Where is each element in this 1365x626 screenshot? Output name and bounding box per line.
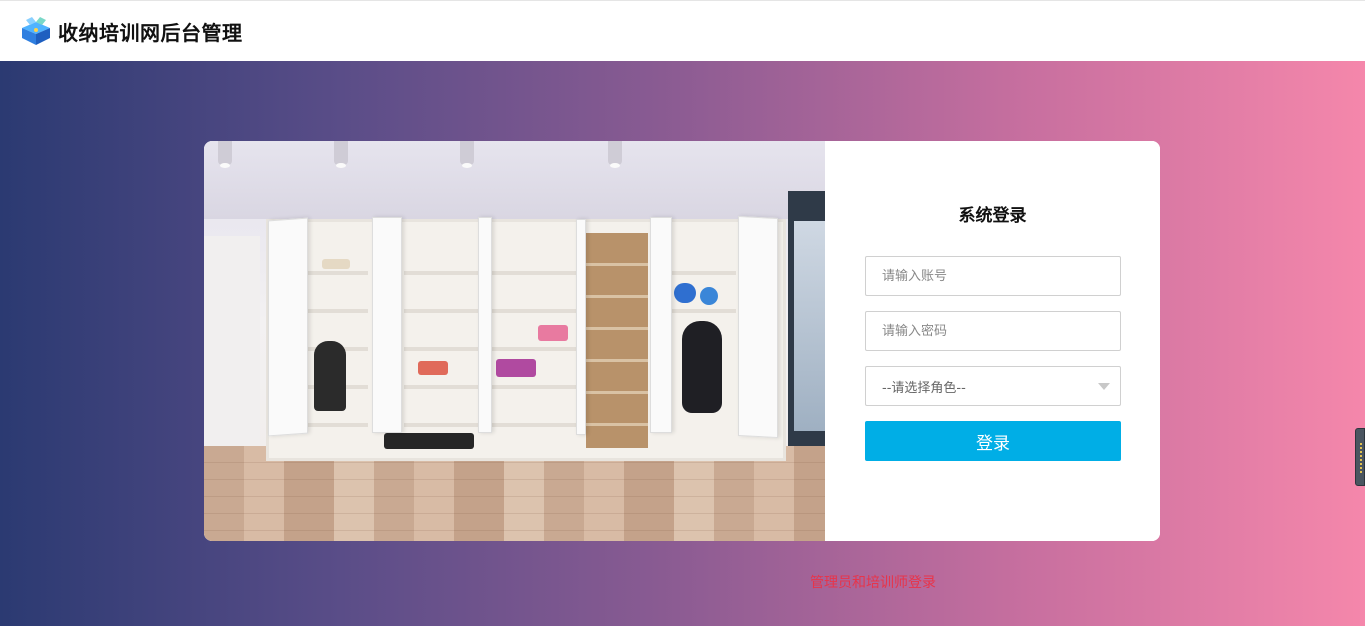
cube-box-logo-icon — [22, 17, 50, 45]
role-select-value: --请选择角色-- — [882, 380, 966, 396]
photo-window — [788, 191, 825, 461]
top-header: 收纳培训网后台管理 — [0, 0, 1365, 61]
footer-note: 管理员和培训师登录 — [810, 575, 936, 591]
login-title: 系统登录 — [958, 206, 1027, 226]
wood-shelf-column — [586, 233, 648, 448]
closet-door — [372, 217, 402, 433]
login-card: 系统登录 --请选择角色-- 登录 — [204, 141, 1160, 541]
closet-door — [650, 217, 672, 433]
spotlight-icon — [218, 141, 232, 168]
account-input[interactable] — [865, 256, 1121, 296]
login-button[interactable]: 登录 — [865, 421, 1121, 461]
closet-photo — [204, 141, 825, 541]
floor-item — [384, 433, 474, 449]
shelf-item — [322, 259, 350, 269]
spotlight-icon — [460, 141, 474, 168]
instrument-case — [682, 321, 722, 413]
shelf-column — [404, 233, 478, 433]
photo-wall — [204, 236, 260, 446]
closet-door — [738, 215, 778, 439]
closet-door — [268, 217, 308, 437]
password-input[interactable] — [865, 311, 1121, 351]
shelf-item — [674, 283, 696, 303]
closet-door — [576, 219, 586, 435]
role-select[interactable]: --请选择角色-- — [865, 366, 1121, 406]
photo-ceiling — [204, 141, 825, 219]
shelf-item — [700, 287, 718, 305]
login-form: 系统登录 --请选择角色-- 登录 — [825, 141, 1160, 541]
shelf-item — [538, 325, 568, 341]
site-title: 收纳培训网后台管理 — [58, 20, 243, 45]
shelf-item — [418, 361, 448, 375]
closet-door — [478, 217, 492, 433]
spotlight-icon — [334, 141, 348, 168]
side-panel-handle[interactable] — [1355, 428, 1365, 486]
shelf-item — [496, 359, 536, 377]
spotlight-icon — [608, 141, 622, 168]
guitar-case — [314, 341, 346, 411]
chevron-down-icon — [1098, 383, 1110, 390]
